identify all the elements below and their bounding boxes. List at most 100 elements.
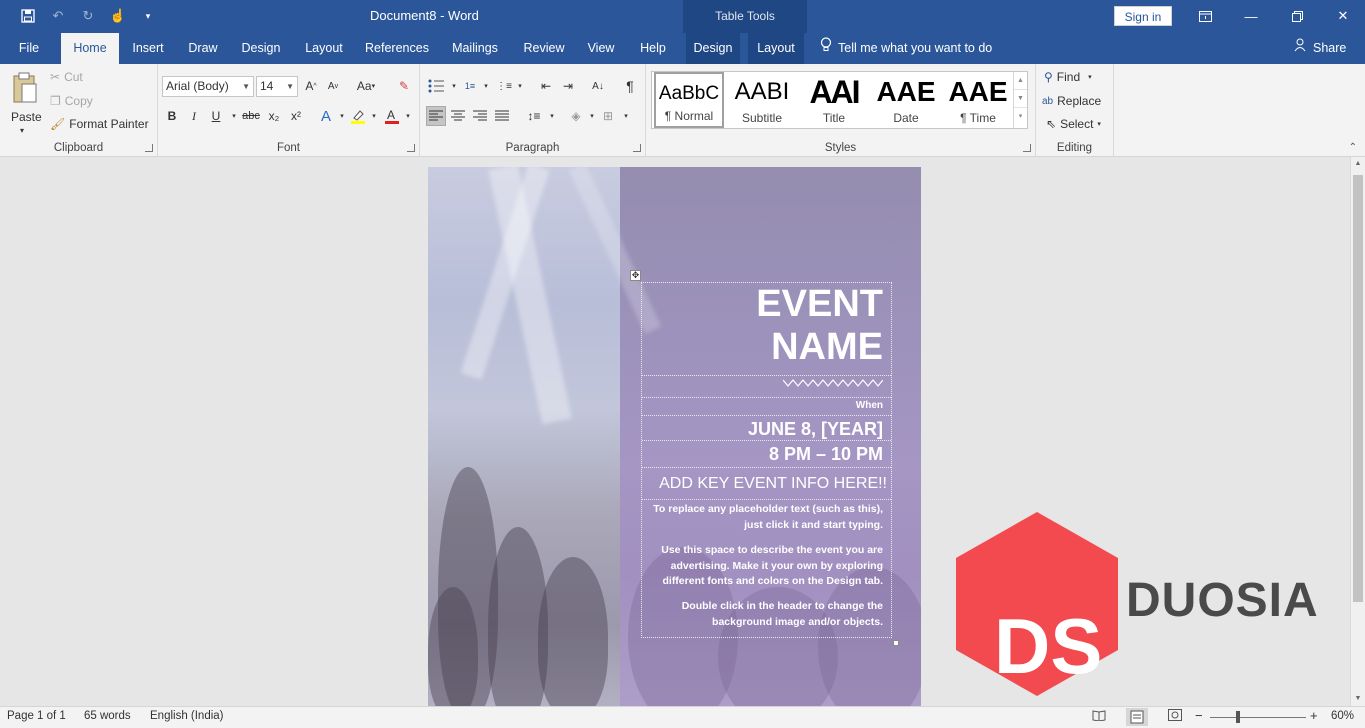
tab-help[interactable]: Help: [632, 33, 674, 64]
font-launcher-icon[interactable]: [407, 144, 415, 152]
increase-indent-icon[interactable]: ⇥: [558, 76, 578, 96]
style-title[interactable]: AAI Title: [798, 72, 870, 128]
tab-insert[interactable]: Insert: [125, 33, 171, 64]
paragraph-launcher-icon[interactable]: [633, 144, 641, 152]
highlight-dropdown-icon[interactable]: ▾: [364, 106, 384, 126]
zoom-slider-thumb[interactable]: [1236, 711, 1240, 723]
line-spacing-dropdown-icon[interactable]: ▾: [542, 106, 562, 126]
ribbon-display-options-icon[interactable]: [1194, 5, 1216, 27]
bullets-icon[interactable]: [426, 76, 446, 96]
styles-launcher-icon[interactable]: [1023, 144, 1031, 152]
change-case-button[interactable]: Aa ▾: [352, 76, 380, 96]
format-painter-button[interactable]: 🖌 Format Painter: [50, 117, 149, 131]
web-layout-icon[interactable]: [1168, 709, 1182, 724]
clipboard-launcher-icon[interactable]: [145, 144, 153, 152]
key-event-info[interactable]: ADD KEY EVENT INFO HERE!!: [659, 474, 887, 494]
save-icon[interactable]: [18, 6, 38, 26]
tab-design[interactable]: Design: [236, 33, 286, 64]
align-right-icon[interactable]: [470, 106, 490, 126]
numbering-dropdown-icon[interactable]: ▾: [476, 76, 496, 96]
event-name-line1[interactable]: EVENT: [756, 283, 883, 325]
font-name-select[interactable]: Arial (Body) ▼: [162, 76, 254, 97]
strikethrough-button[interactable]: abc: [240, 106, 262, 126]
style-time[interactable]: AAE ¶ Time: [942, 72, 1014, 128]
tab-layout[interactable]: Layout: [299, 33, 349, 64]
read-mode-icon[interactable]: [1092, 709, 1106, 724]
language-indicator[interactable]: English (India): [150, 710, 224, 722]
table-resize-handle[interactable]: [893, 640, 899, 646]
minimize-icon[interactable]: —: [1240, 5, 1262, 27]
font-color-dropdown-icon[interactable]: ▾: [398, 106, 418, 126]
superscript-button[interactable]: x²: [286, 106, 306, 126]
tab-file[interactable]: File: [8, 33, 50, 64]
description-para-1[interactable]: To replace any placeholder text (such as…: [648, 502, 883, 533]
table-move-handle-icon[interactable]: ✥: [630, 270, 641, 281]
shrink-font-icon[interactable]: Av: [323, 76, 343, 96]
paste-dropdown-icon[interactable]: ▾: [20, 126, 24, 135]
borders-dropdown-icon[interactable]: ▾: [616, 106, 636, 126]
zoom-slider-track[interactable]: [1210, 717, 1306, 718]
italic-button[interactable]: I: [184, 106, 204, 126]
replace-button[interactable]: ab Replace: [1042, 94, 1101, 108]
gallery-more-icon[interactable]: ▾: [1014, 108, 1027, 126]
select-button[interactable]: ⇖ Select ▾: [1046, 117, 1101, 131]
event-date[interactable]: JUNE 8, [YEAR]: [748, 419, 883, 439]
decrease-indent-icon[interactable]: ⇤: [536, 76, 556, 96]
justify-icon[interactable]: [492, 106, 512, 126]
tab-home[interactable]: Home: [61, 33, 119, 64]
tab-view[interactable]: View: [582, 33, 620, 64]
print-layout-icon[interactable]: [1126, 708, 1148, 726]
line-spacing-icon[interactable]: ↕≡: [524, 106, 544, 126]
tab-review[interactable]: Review: [518, 33, 570, 64]
when-label[interactable]: When: [856, 399, 883, 413]
style-date[interactable]: AAE Date: [870, 72, 942, 128]
redo-icon[interactable]: ↻: [78, 6, 98, 26]
event-time[interactable]: 8 PM – 10 PM: [769, 444, 883, 464]
restore-icon[interactable]: [1286, 5, 1308, 27]
font-size-select[interactable]: 14 ▼: [256, 76, 298, 97]
copy-button[interactable]: ❐ Copy: [50, 94, 93, 108]
collapse-ribbon-icon[interactable]: ⌃: [1349, 142, 1357, 153]
close-icon[interactable]: ✕: [1332, 5, 1354, 27]
underline-button[interactable]: U: [206, 106, 226, 126]
flyer-text-table[interactable]: EVENT NAME When JUNE 8, [YEAR] 8 PM – 10…: [641, 282, 892, 638]
vertical-scrollbar[interactable]: ▲ ▼: [1350, 157, 1365, 706]
word-count[interactable]: 65 words: [84, 710, 131, 722]
show-formatting-icon[interactable]: ¶: [620, 76, 640, 96]
align-center-icon[interactable]: [448, 106, 468, 126]
subscript-button[interactable]: x₂: [264, 106, 284, 126]
multilevel-dropdown-icon[interactable]: ▾: [510, 76, 530, 96]
event-name-line2[interactable]: NAME: [771, 326, 883, 368]
paste-button[interactable]: Paste ▾: [8, 70, 44, 138]
tab-mailings[interactable]: Mailings: [446, 33, 504, 64]
style-normal[interactable]: AaBbC ¶ Normal: [654, 72, 724, 128]
scroll-thumb[interactable]: [1353, 175, 1363, 602]
tab-references[interactable]: References: [361, 33, 433, 64]
share-button[interactable]: Share: [1294, 33, 1346, 64]
tab-table-layout[interactable]: Layout: [748, 33, 804, 64]
zoom-out-icon[interactable]: −: [1195, 708, 1203, 723]
touch-mode-icon[interactable]: ☝: [108, 6, 128, 26]
borders-icon[interactable]: ⊞: [598, 106, 618, 126]
gallery-down-icon[interactable]: ▼: [1014, 90, 1027, 108]
gallery-up-icon[interactable]: ▲: [1014, 72, 1027, 90]
align-left-icon[interactable]: [426, 106, 446, 126]
zoom-level[interactable]: 60%: [1331, 710, 1354, 722]
clear-formatting-icon[interactable]: ✎: [394, 76, 414, 96]
zoom-in-icon[interactable]: +: [1310, 708, 1318, 723]
sort-icon[interactable]: A↓: [588, 76, 608, 96]
page-count[interactable]: Page 1 of 1: [7, 710, 66, 722]
scroll-down-icon[interactable]: ▼: [1351, 692, 1365, 706]
tell-me-box[interactable]: Tell me what you want to do: [820, 33, 992, 64]
description-para-3[interactable]: Double click in the header to change the…: [648, 599, 883, 630]
tab-table-design[interactable]: Design: [686, 33, 740, 64]
undo-icon[interactable]: ↶: [48, 6, 68, 26]
sign-in-button[interactable]: Sign in: [1114, 6, 1172, 26]
customize-qat-icon[interactable]: ▾: [138, 6, 158, 26]
find-button[interactable]: ⚲ Find ▾: [1044, 70, 1092, 84]
scroll-up-icon[interactable]: ▲: [1351, 157, 1365, 171]
grow-font-icon[interactable]: A ^: [301, 76, 321, 96]
bold-button[interactable]: B: [162, 106, 182, 126]
tab-draw[interactable]: Draw: [182, 33, 224, 64]
cut-button[interactable]: ✂ Cut: [50, 70, 83, 84]
